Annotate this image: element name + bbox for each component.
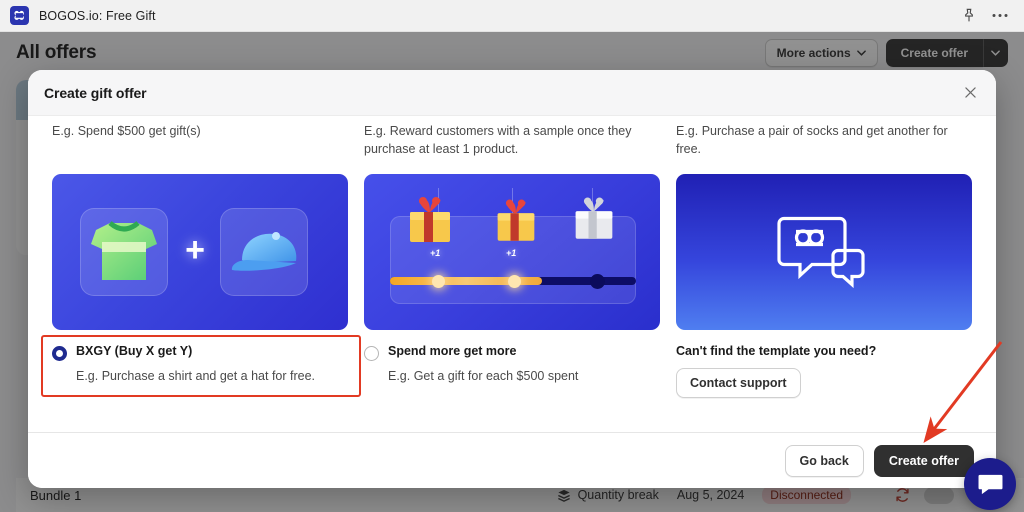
slider-knob[interactable] (508, 275, 521, 288)
contact-support-button[interactable]: Contact support (676, 368, 801, 398)
tshirt-icon (91, 221, 157, 280)
tier-label: +1 (506, 248, 517, 258)
modal-header: Create gift offer (28, 70, 996, 116)
template-description: E.g. Purchase a pair of socks and get an… (676, 124, 948, 157)
option-bxgy[interactable]: BXGY (Buy X get Y) E.g. Purchase a shirt… (41, 335, 361, 398)
chat-widget-button[interactable] (964, 458, 1016, 510)
modal-title: Create gift offer (44, 84, 147, 101)
option-bxgy-label: BXGY (Buy X get Y) (76, 344, 193, 358)
screen: BOGOS.io: Free Gift All offers More acti… (0, 0, 1024, 512)
option-spend-more-sub: E.g. Get a gift for each $500 spent (388, 369, 579, 383)
radio-spend-more[interactable] (364, 346, 379, 361)
bogos-logo-icon (10, 6, 29, 25)
close-icon[interactable] (958, 81, 982, 105)
progress-slider[interactable] (390, 274, 636, 289)
template-card-bxgy: E.g. Spend $500 get gift(s) + (52, 122, 348, 330)
option-spend-more[interactable]: Spend more get more E.g. Get a gift for … (364, 344, 660, 398)
support-block: Can't find the template you need? Contac… (676, 344, 972, 398)
template-card-custom: E.g. Purchase a pair of socks and get an… (676, 122, 972, 330)
slider-knob-end[interactable] (590, 274, 605, 289)
cap-icon (231, 232, 297, 271)
shirt-plus-cap-illustration[interactable]: + (52, 174, 348, 330)
option-bxgy-sub: E.g. Purchase a shirt and get a hat for … (76, 369, 316, 383)
topbar-actions (962, 8, 1014, 23)
option-bxgy-head: BXGY (Buy X get Y) (52, 344, 348, 361)
chat-bubble-icon (978, 474, 1002, 494)
pin-icon[interactable] (962, 8, 976, 23)
template-description: E.g. Reward customers with a sample once… (364, 124, 632, 157)
modal-footer: Go back Create offer (28, 432, 996, 488)
browser-topbar: BOGOS.io: Free Gift (0, 0, 1024, 32)
modal-body: E.g. Spend $500 get gift(s) + E.g. Rewar… (28, 116, 996, 432)
chat-bubble-logo-illustration[interactable] (676, 174, 972, 330)
template-grid: E.g. Spend $500 get gift(s) + E.g. Rewar… (52, 116, 972, 330)
modal-create-offer-button[interactable]: Create offer (873, 444, 974, 477)
plus-sign: + (185, 231, 205, 269)
template-description: E.g. Spend $500 get gift(s) (52, 124, 201, 138)
gift-box-icon (410, 197, 450, 242)
create-gift-offer-modal: Create gift offer E.g. Spend $500 get gi… (28, 70, 996, 488)
go-back-button[interactable]: Go back (784, 444, 864, 477)
tier-label: +1 (430, 248, 441, 258)
app-title: BOGOS.io: Free Gift (39, 8, 156, 23)
more-horizontal-icon[interactable] (992, 13, 1008, 18)
gift-box-icon (497, 199, 535, 241)
support-title: Can't find the template you need? (676, 344, 877, 358)
template-options: BXGY (Buy X get Y) E.g. Purchase a shirt… (41, 330, 972, 398)
gift-tiers-slider-illustration[interactable]: +1 +1 (364, 174, 660, 330)
option-spend-more-label: Spend more get more (388, 344, 517, 358)
gift-box-locked-icon (575, 197, 613, 239)
template-card-spend-more: E.g. Reward customers with a sample once… (364, 122, 660, 330)
option-spend-more-head: Spend more get more (364, 344, 660, 361)
chat-logo-graphic (776, 211, 872, 294)
radio-bxgy[interactable] (52, 346, 67, 361)
slider-knob[interactable] (432, 275, 445, 288)
